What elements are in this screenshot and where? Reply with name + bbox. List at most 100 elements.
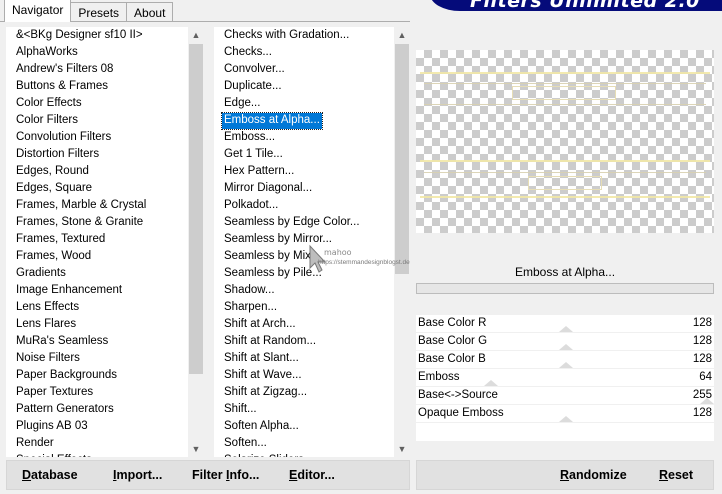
category-list-item[interactable]: Render — [14, 436, 56, 452]
category-list-item[interactable]: Gradients — [14, 266, 68, 282]
category-list-item[interactable]: Color Filters — [14, 113, 80, 129]
parameter-slider[interactable]: Base Color R 128 — [416, 315, 714, 333]
filter-list-item[interactable]: Seamless by Mix... — [222, 249, 323, 265]
category-list-item[interactable]: Lens Effects — [14, 300, 81, 316]
filter-list-item[interactable]: Shift at Wave... — [222, 368, 304, 384]
filter-list-item[interactable]: Hex Pattern... — [222, 164, 296, 180]
category-list-item[interactable]: Convolution Filters — [14, 130, 113, 146]
slider-thumb-icon[interactable] — [484, 380, 498, 386]
category-list-item[interactable]: MuRa's Seamless — [14, 334, 110, 350]
preview-canvas — [416, 50, 714, 233]
slider-thumb-icon[interactable] — [559, 326, 573, 332]
category-list-item[interactable]: Frames, Textured — [14, 232, 107, 248]
filter-list-item[interactable]: Duplicate... — [222, 79, 284, 95]
filter-list-item[interactable]: Polkadot... — [222, 198, 280, 214]
filter-list-item[interactable]: Sharpen... — [222, 300, 279, 316]
parameter-slider[interactable]: Opaque Emboss 128 — [416, 405, 714, 423]
up-arrow-icon[interactable]: ▲ — [394, 27, 410, 43]
category-list-item[interactable]: Noise Filters — [14, 351, 82, 367]
category-scroll-thumb[interactable] — [189, 44, 203, 374]
filter-list-item[interactable]: Solarize Sliders... — [222, 453, 315, 457]
randomize-button[interactable]: Randomize — [560, 468, 627, 482]
filter-list-item[interactable]: Shift... — [222, 402, 259, 418]
category-list-item[interactable]: Andrew's Filters 08 — [14, 62, 115, 78]
database-button[interactable]: Database — [22, 468, 78, 482]
preview-shape — [528, 176, 602, 190]
filter-list-item[interactable]: Shadow... — [222, 283, 277, 299]
filter-list-item[interactable]: Seamless by Mirror... — [222, 232, 334, 248]
filter-list-item[interactable]: Checks with Gradation... — [222, 28, 351, 44]
filter-list-item[interactable]: Soften... — [222, 436, 269, 452]
filter-list-item[interactable]: Get 1 Tile... — [222, 147, 285, 163]
filter-list[interactable]: Checks with Gradation... Checks... Convolv… — [214, 27, 410, 457]
current-filter-label: Emboss at Alpha... — [416, 261, 714, 283]
tab-navigator[interactable]: Navigator — [4, 0, 72, 22]
filter-list-item[interactable]: Emboss at Alpha... — [221, 112, 323, 130]
parameter-label: Base Color R — [418, 317, 487, 329]
filter-list-item[interactable]: Shift at Slant... — [222, 351, 301, 367]
filter-list-item[interactable]: Shift at Random... — [222, 334, 318, 350]
filter-list-item[interactable]: Convolver... — [222, 62, 287, 78]
category-list-item[interactable]: Paper Textures — [14, 385, 95, 401]
down-arrow-icon[interactable]: ▼ — [188, 441, 204, 457]
category-list-item[interactable]: Paper Backgrounds — [14, 368, 119, 384]
parameter-slider[interactable]: Emboss 64 — [416, 369, 714, 387]
filter-scroll-thumb[interactable] — [395, 44, 409, 274]
category-list-item[interactable]: Color Effects — [14, 96, 84, 112]
reset-button[interactable]: Reset — [659, 468, 693, 482]
preview-line — [420, 72, 710, 74]
filter-list-item[interactable]: Checks... — [222, 45, 274, 61]
import-button[interactable]: Import... — [113, 468, 162, 482]
category-list-item[interactable]: Frames, Stone & Granite — [14, 215, 145, 231]
parameter-slider[interactable]: Base<->Source 255 — [416, 387, 714, 405]
category-list[interactable]: &<BKg Designer sf10 II> AlphaWorks Andrew'… — [6, 27, 204, 457]
category-list-item[interactable]: Frames, Wood — [14, 249, 93, 265]
down-arrow-icon[interactable]: ▼ — [394, 441, 410, 457]
category-list-item[interactable]: Pattern Generators — [14, 402, 116, 418]
filter-list-item[interactable]: Emboss... — [222, 130, 277, 146]
parameter-label: Opaque Emboss — [418, 407, 504, 419]
filter-list-item[interactable]: Seamless by Pile... — [222, 266, 324, 282]
category-list-item[interactable]: Special Effects — [14, 453, 94, 457]
filter-list-item[interactable]: Mirror Diagonal... — [222, 181, 314, 197]
tab-presets[interactable]: Presets — [70, 2, 128, 22]
slider-thumb-icon[interactable] — [559, 362, 573, 368]
filter-scrollbar[interactable]: ▲ ▼ — [394, 27, 410, 457]
parameter-slider[interactable]: Base Color B 128 — [416, 351, 714, 369]
parameter-value: 128 — [692, 335, 712, 347]
tab-about[interactable]: About — [126, 2, 174, 22]
slider-thumb-icon[interactable] — [559, 416, 573, 422]
tab-strip: Navigator Presets About — [4, 0, 174, 22]
filter-list-item[interactable]: Shift at Zigzag... — [222, 385, 309, 401]
category-list-item[interactable]: Plugins AB 03 — [14, 419, 90, 435]
editor-button[interactable]: Editor... — [289, 468, 335, 482]
banner-title: Filters Unlimited 2.0 — [470, 0, 700, 12]
slider-thumb-icon[interactable] — [559, 344, 573, 350]
filter-list-item[interactable]: Edge... — [222, 96, 262, 112]
filter-info-button[interactable]: Filter Info... — [192, 468, 259, 482]
parameter-slider[interactable]: Base Color G 128 — [416, 333, 714, 351]
preview-shape — [512, 86, 616, 100]
filter-list-item[interactable]: Soften Alpha... — [222, 419, 301, 435]
up-arrow-icon[interactable]: ▲ — [188, 27, 204, 43]
preview-line — [424, 172, 706, 173]
category-list-item[interactable]: Buttons & Frames — [14, 79, 110, 95]
progress-bar — [416, 283, 714, 294]
category-list-item[interactable]: Frames, Marble & Crystal — [14, 198, 148, 214]
category-list-item[interactable]: Edges, Round — [14, 164, 91, 180]
parameter-value: 64 — [699, 371, 712, 383]
category-list-item[interactable]: Lens Flares — [14, 317, 78, 333]
category-list-item[interactable]: Edges, Square — [14, 181, 94, 197]
category-list-item[interactable]: &<BKg Designer sf10 II> — [14, 28, 145, 44]
category-list-item[interactable]: AlphaWorks — [14, 45, 80, 61]
parameter-label: Base<->Source — [418, 389, 498, 401]
category-scrollbar[interactable]: ▲ ▼ — [188, 27, 204, 457]
preview-line — [424, 83, 706, 84]
filter-list-item[interactable]: Seamless by Edge Color... — [222, 215, 362, 231]
category-list-item[interactable]: Image Enhancement — [14, 283, 124, 299]
parameter-label: Base Color G — [418, 335, 488, 347]
filter-list-item[interactable]: Shift at Arch... — [222, 317, 298, 333]
category-list-item[interactable]: Distortion Filters — [14, 147, 101, 163]
parameter-label: Base Color B — [418, 353, 486, 365]
parameter-panel[interactable]: Base Color R 128 Base Color G 128 Base Color… — [416, 315, 714, 441]
